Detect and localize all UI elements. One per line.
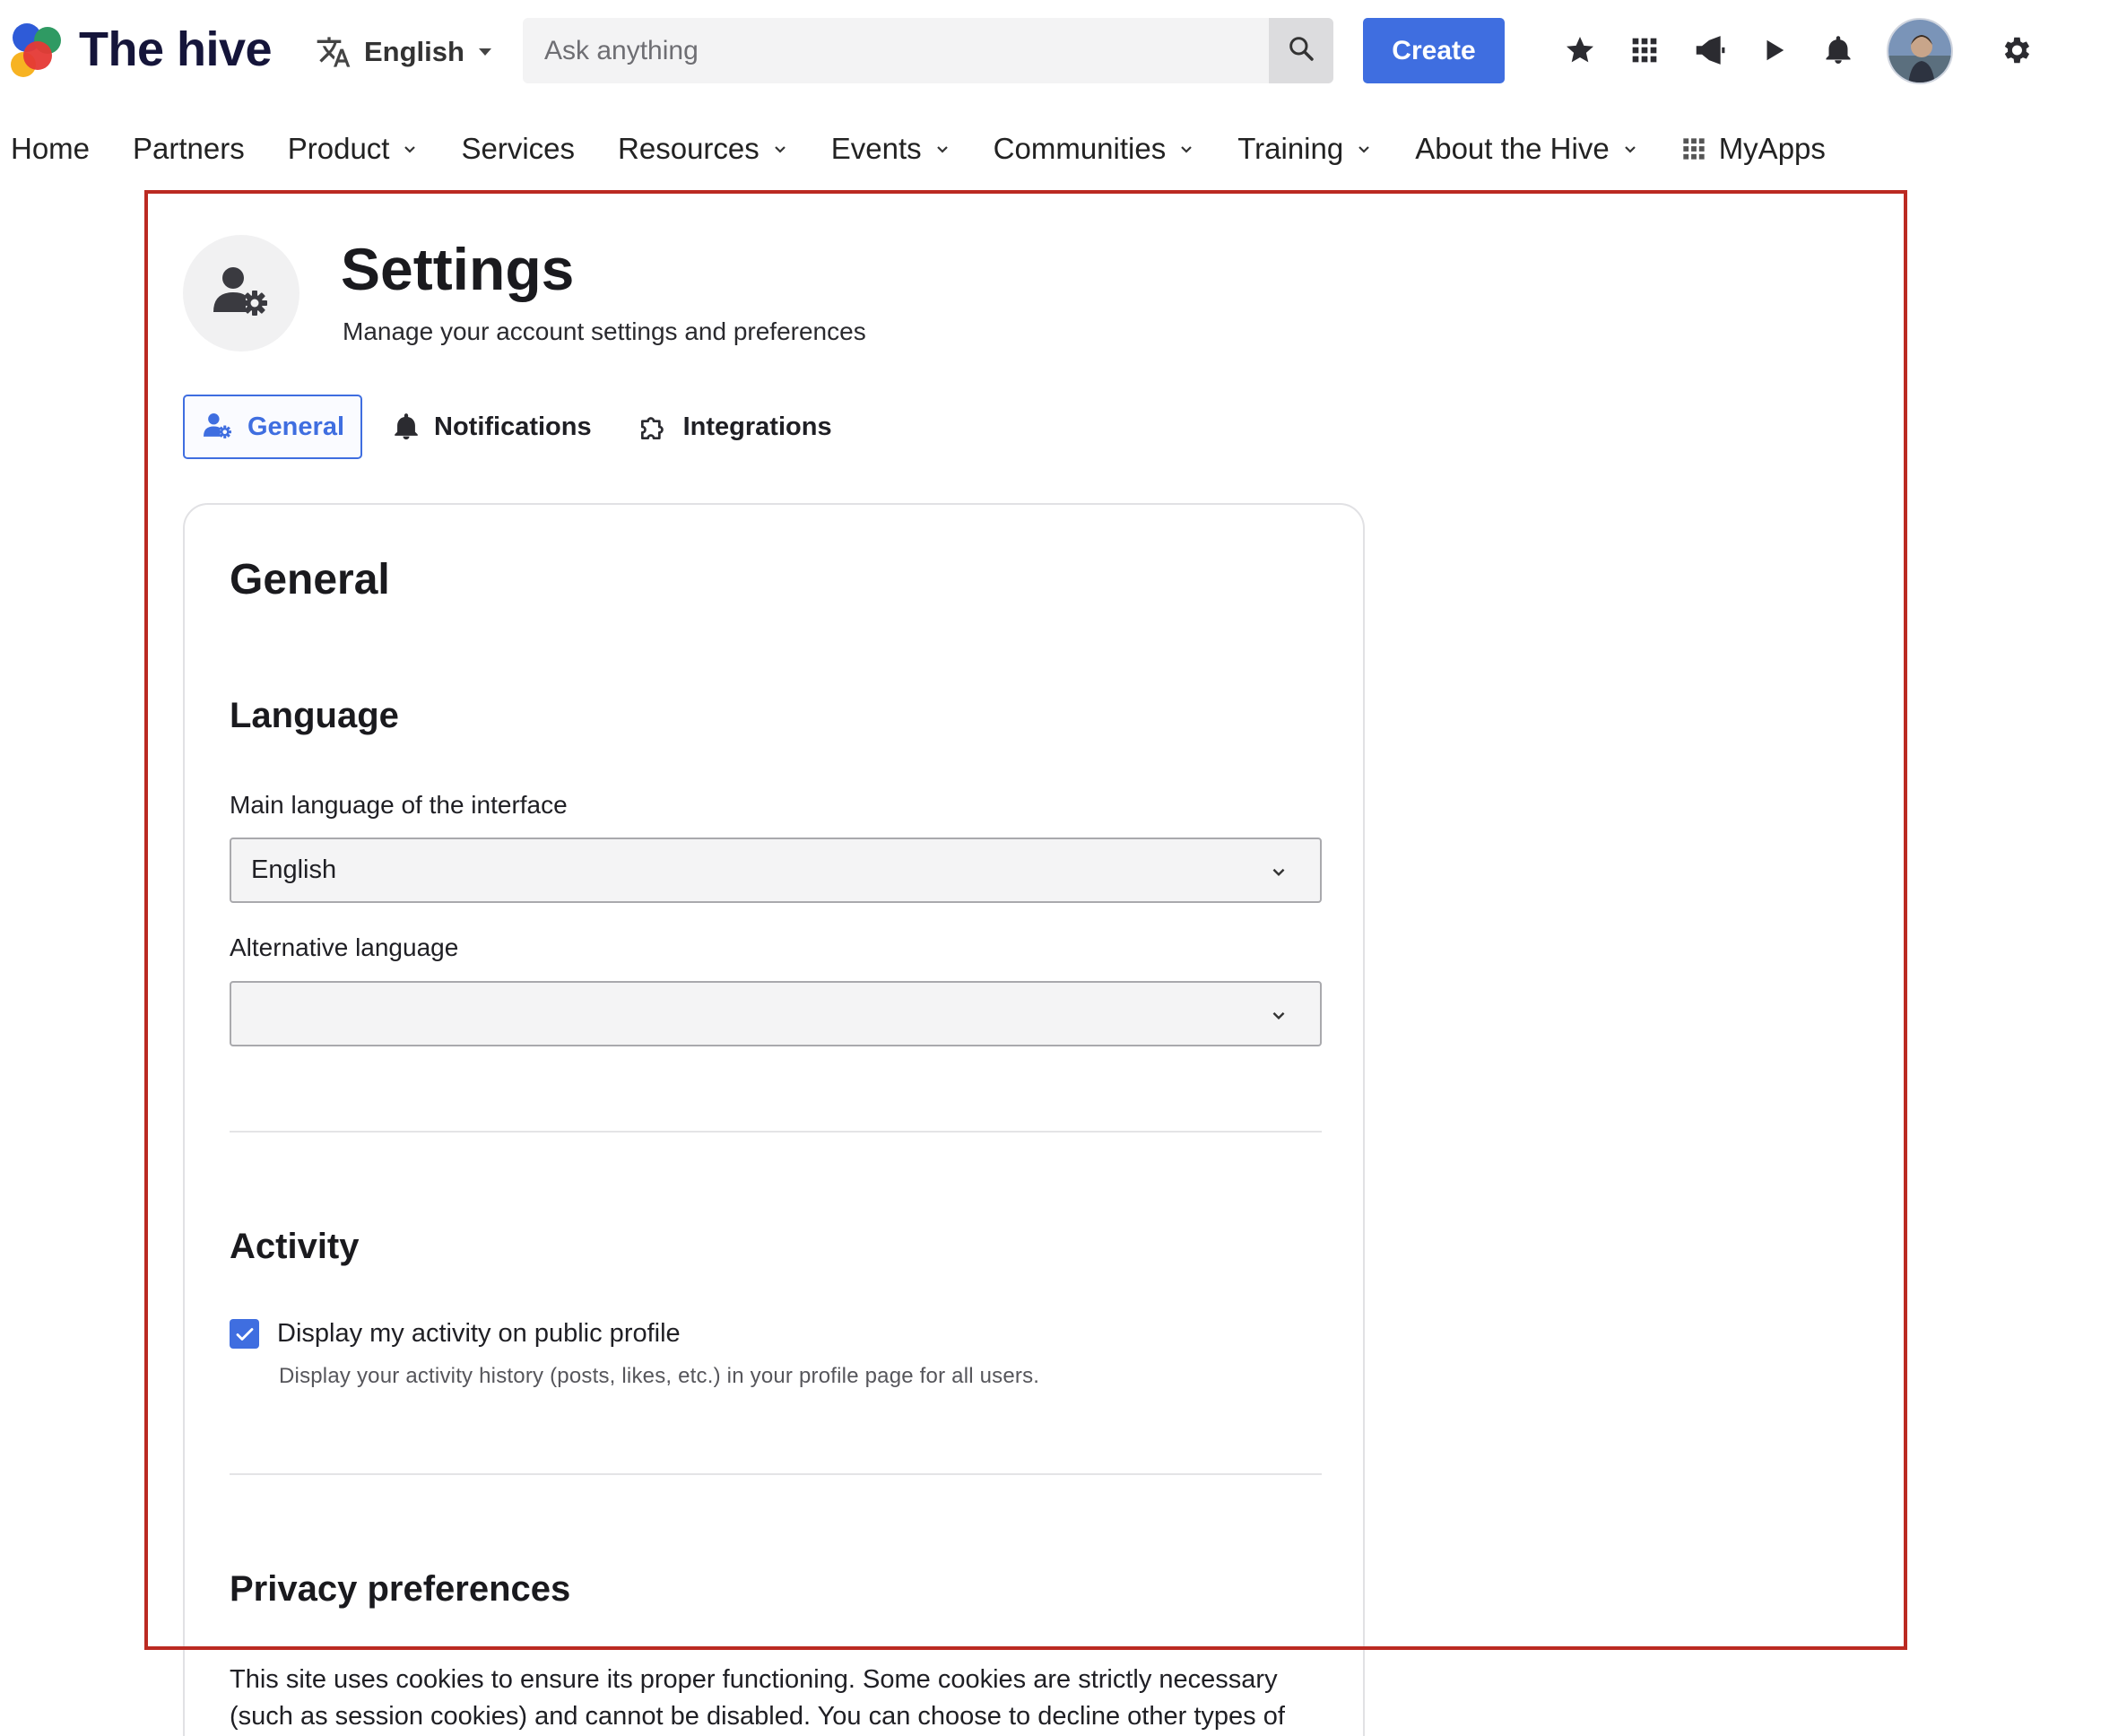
tab-notifications[interactable]: Notifications [375, 395, 608, 459]
logo[interactable]: The hive [11, 22, 273, 77]
privacy-text-line-1: This site uses cookies to ensure its pro… [230, 1665, 1278, 1694]
nav-item-myapps[interactable]: MyApps [1681, 132, 1826, 166]
chevron-down-icon [1358, 146, 1369, 153]
page-subtitle: Manage your account settings and prefere… [343, 317, 866, 345]
main-language-value: English [251, 855, 337, 884]
chevron-down-icon [774, 146, 786, 153]
logo-text: The hive [79, 22, 273, 76]
nav-item-resources[interactable]: Resources [618, 132, 788, 166]
language-heading: Language [230, 696, 399, 735]
main-language-select[interactable]: English [230, 838, 1322, 903]
settings-tabs: General Notifications Integrations [183, 395, 861, 459]
chevron-down-icon [1272, 868, 1285, 877]
section-divider [230, 1473, 1322, 1475]
chevron-down-icon [936, 146, 948, 153]
star-icon[interactable] [1557, 27, 1603, 74]
top-bar: The hive English Create [0, 0, 2118, 103]
megaphone-icon[interactable] [1686, 27, 1732, 74]
nav-item-communities[interactable]: Communities [994, 132, 1195, 166]
bell-icon [395, 413, 418, 440]
checkmark-icon [236, 1327, 253, 1341]
bell-icon[interactable] [1815, 27, 1862, 74]
search-icon [1287, 34, 1315, 67]
activity-checkbox[interactable] [230, 1319, 259, 1349]
tab-general[interactable]: General [183, 395, 362, 459]
alternative-language-label: Alternative language [230, 933, 459, 961]
avatar[interactable] [1887, 18, 1953, 84]
logo-mark-icon [11, 22, 66, 77]
activity-heading: Activity [230, 1227, 360, 1266]
main-nav: Home Partners Product Services Resources… [11, 126, 1869, 172]
nav-item-training[interactable]: Training [1237, 132, 1372, 166]
language-switcher[interactable]: English [316, 27, 493, 77]
play-icon[interactable] [1750, 27, 1797, 74]
nav-item-services[interactable]: Services [461, 132, 575, 166]
page: The hive English Create [0, 0, 2118, 1736]
language-label: English [364, 36, 464, 67]
nav-item-about[interactable]: About the Hive [1415, 132, 1637, 166]
tab-integrations[interactable]: Integrations [621, 395, 848, 459]
section-divider [230, 1131, 1322, 1133]
activity-checkbox-row[interactable]: Display my activity on public profile [230, 1319, 681, 1349]
chevron-down-icon [1272, 1011, 1285, 1020]
activity-checkbox-description: Display your activity history (posts, li… [279, 1364, 1040, 1388]
create-button[interactable]: Create [1363, 18, 1505, 83]
user-gear-icon [204, 413, 231, 438]
chevron-down-icon [404, 146, 416, 153]
gear-icon[interactable] [1992, 27, 2039, 74]
settings-user-gear-icon [183, 235, 299, 352]
apps-grid-icon [1683, 138, 1705, 160]
privacy-text-line-2: (such as session cookies) and cannot be … [230, 1702, 1285, 1731]
card-heading: General [230, 556, 390, 603]
search-bar [523, 18, 1333, 83]
privacy-heading: Privacy preferences [230, 1569, 571, 1609]
apps-grid-icon[interactable] [1621, 27, 1668, 74]
search-button[interactable] [1269, 18, 1333, 83]
alternative-language-select[interactable] [230, 981, 1322, 1046]
chevron-down-icon [1181, 146, 1192, 153]
activity-checkbox-label: Display my activity on public profile [277, 1319, 681, 1348]
nav-item-partners[interactable]: Partners [133, 132, 245, 166]
nav-item-product[interactable]: Product [288, 132, 419, 166]
page-title: Settings [341, 236, 575, 302]
general-settings-card: General Language Main language of the in… [183, 503, 1365, 1736]
main-language-label: Main language of the interface [230, 791, 568, 819]
nav-item-events[interactable]: Events [831, 132, 950, 166]
caret-down-icon [477, 47, 493, 57]
translate-icon [316, 34, 352, 70]
nav-item-home[interactable]: Home [11, 132, 90, 166]
puzzle-icon [640, 417, 664, 440]
search-input[interactable] [523, 18, 1269, 83]
chevron-down-icon [1624, 146, 1636, 153]
